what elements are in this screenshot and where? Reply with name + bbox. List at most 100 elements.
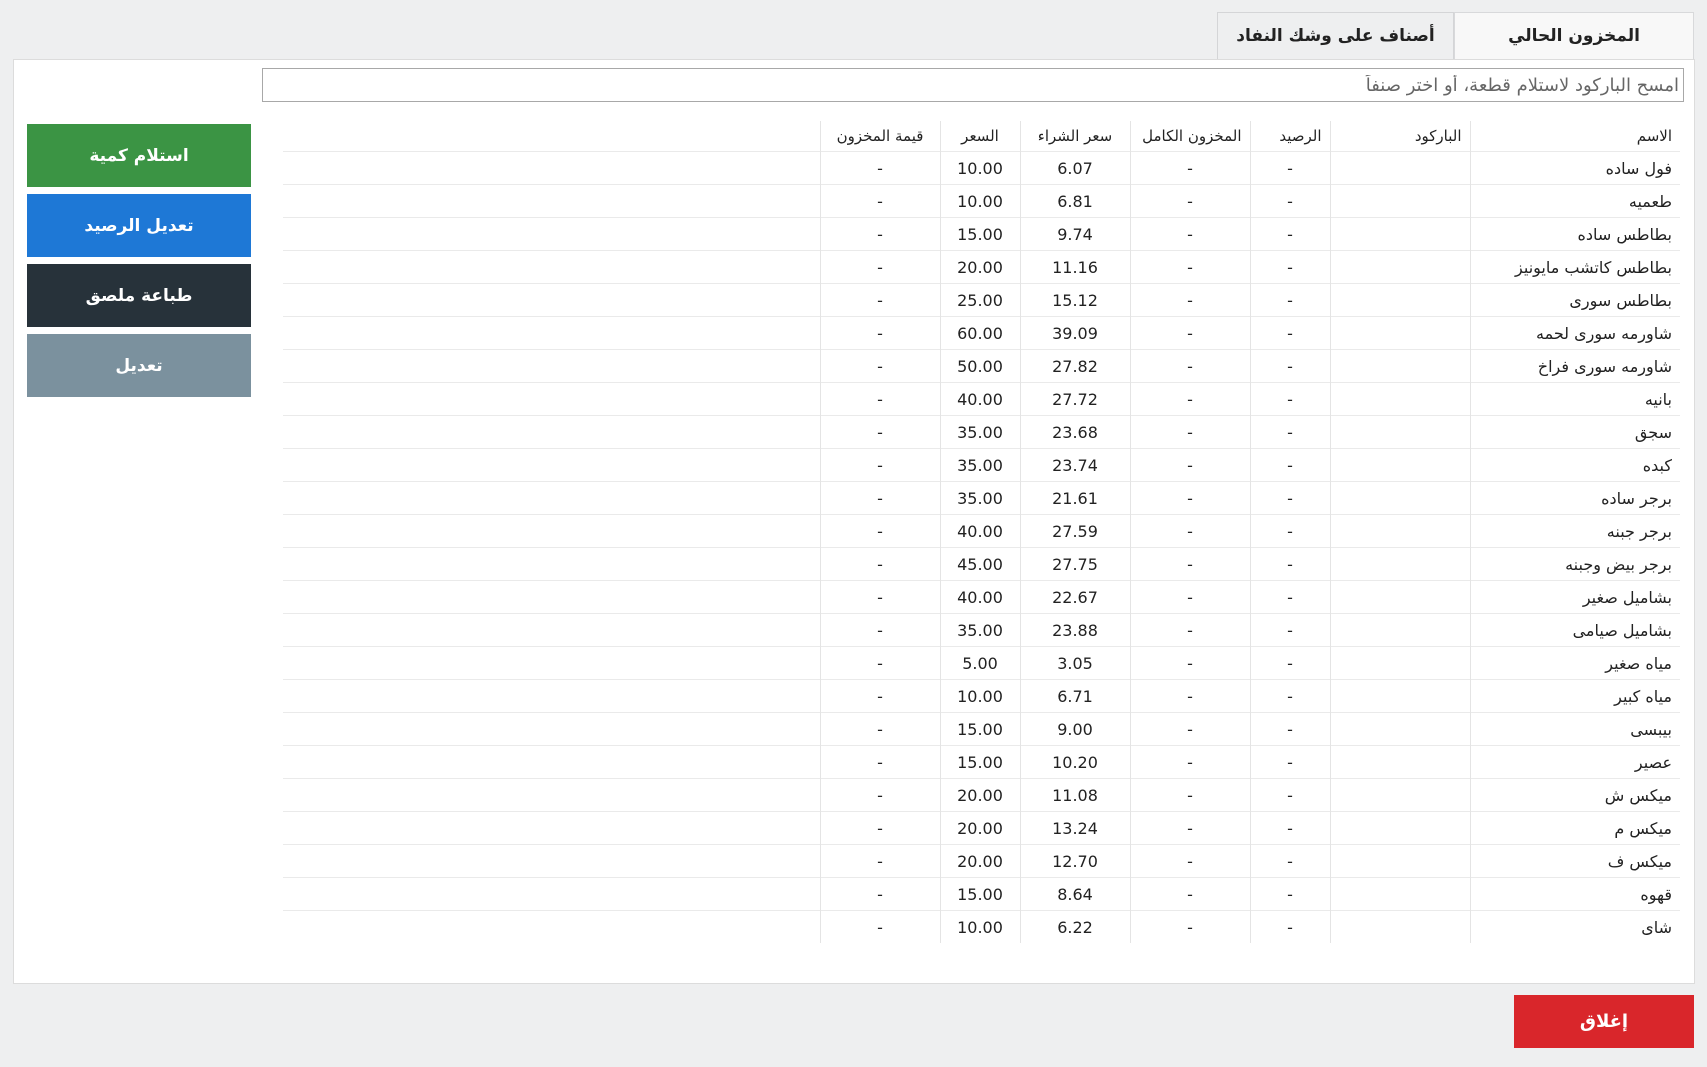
cell-barcode bbox=[1329, 316, 1470, 350]
tab-current-stock[interactable]: المخزون الحالي bbox=[1454, 12, 1694, 59]
cell-barcode bbox=[1329, 481, 1470, 515]
cell-full-stock: - bbox=[1129, 547, 1250, 581]
cell-purchase-price: 8.64 bbox=[1019, 877, 1130, 911]
table-row[interactable]: بانيه - -27.72 40.00- bbox=[283, 382, 1680, 416]
cell-full-stock: - bbox=[1129, 712, 1250, 746]
receive-quantity-button[interactable]: استلام كمية bbox=[27, 124, 251, 187]
col-header-full-stock[interactable]: المخزون الكامل bbox=[1129, 121, 1250, 152]
col-header-balance[interactable]: الرصيد bbox=[1249, 121, 1330, 152]
table-row[interactable]: بطاطس ساده - -9.74 15.00- bbox=[283, 217, 1680, 251]
table-row[interactable]: ميكس م - -13.24 20.00- bbox=[283, 811, 1680, 845]
table-row[interactable]: شاورمه سورى لحمه - -39.09 60.00- bbox=[283, 316, 1680, 350]
cell-stock-value: - bbox=[819, 547, 940, 581]
cell-price: 10.00 bbox=[939, 151, 1020, 185]
cell-price: 20.00 bbox=[939, 250, 1020, 284]
cell-price: 20.00 bbox=[939, 811, 1020, 845]
cell-spacer bbox=[283, 250, 820, 284]
cell-name: شاورمه سورى فراخ bbox=[1469, 349, 1680, 383]
cell-spacer bbox=[283, 349, 820, 383]
cell-spacer bbox=[283, 382, 820, 416]
table-row[interactable]: بشاميل صيامى - -23.88 35.00- bbox=[283, 613, 1680, 647]
cell-spacer bbox=[283, 514, 820, 548]
cell-name: قهوه bbox=[1469, 877, 1680, 911]
col-header-purchase-price[interactable]: سعر الشراء bbox=[1019, 121, 1130, 152]
table-row[interactable]: بيبسى - -9.00 15.00- bbox=[283, 712, 1680, 746]
cell-full-stock: - bbox=[1129, 481, 1250, 515]
table-row[interactable]: ميكس ش - -11.08 20.00- bbox=[283, 778, 1680, 812]
cell-purchase-price: 23.74 bbox=[1019, 448, 1130, 482]
cell-full-stock: - bbox=[1129, 778, 1250, 812]
cell-balance: - bbox=[1249, 646, 1330, 680]
table-row[interactable]: فول ساده - -6.07 10.00- bbox=[283, 151, 1680, 185]
table-row[interactable]: مياه صغير - -3.05 5.00- bbox=[283, 646, 1680, 680]
cell-spacer bbox=[283, 547, 820, 581]
tab-low-stock[interactable]: أصناف على وشك النفاد bbox=[1217, 12, 1454, 59]
cell-barcode bbox=[1329, 811, 1470, 845]
cell-full-stock: - bbox=[1129, 151, 1250, 185]
table-row[interactable]: كبده - -23.74 35.00- bbox=[283, 448, 1680, 482]
table-row[interactable]: طعميه - -6.81 10.00- bbox=[283, 184, 1680, 218]
cell-full-stock: - bbox=[1129, 217, 1250, 251]
cell-full-stock: - bbox=[1129, 514, 1250, 548]
table-row[interactable]: مياه كبير - -6.71 10.00- bbox=[283, 679, 1680, 713]
cell-spacer bbox=[283, 877, 820, 911]
cell-barcode bbox=[1329, 778, 1470, 812]
table-row[interactable]: بشاميل صغير - -22.67 40.00- bbox=[283, 580, 1680, 614]
cell-price: 20.00 bbox=[939, 778, 1020, 812]
adjust-balance-button[interactable]: تعديل الرصيد bbox=[27, 194, 251, 257]
col-header-stock-value[interactable]: قيمة المخزون bbox=[819, 121, 940, 152]
cell-balance: - bbox=[1249, 184, 1330, 218]
cell-price: 45.00 bbox=[939, 547, 1020, 581]
table-row[interactable]: بطاطس سورى - -15.12 25.00- bbox=[283, 283, 1680, 317]
cell-stock-value: - bbox=[819, 184, 940, 218]
cell-price: 40.00 bbox=[939, 514, 1020, 548]
print-label-button[interactable]: طباعة ملصق bbox=[27, 264, 251, 327]
cell-barcode bbox=[1329, 844, 1470, 878]
table-row[interactable]: قهوه - -8.64 15.00- bbox=[283, 877, 1680, 911]
cell-stock-value: - bbox=[819, 745, 940, 779]
cell-spacer bbox=[283, 316, 820, 350]
cell-stock-value: - bbox=[819, 283, 940, 317]
cell-spacer bbox=[283, 778, 820, 812]
table-row[interactable]: برجر ساده - -21.61 35.00- bbox=[283, 481, 1680, 515]
table-row[interactable]: ميكس ف - -12.70 20.00- bbox=[283, 844, 1680, 878]
cell-full-stock: - bbox=[1129, 382, 1250, 416]
cell-name: بشاميل صغير bbox=[1469, 580, 1680, 614]
cell-stock-value: - bbox=[819, 481, 940, 515]
col-header-barcode[interactable]: الباركود bbox=[1329, 121, 1470, 152]
cell-spacer bbox=[283, 844, 820, 878]
close-button[interactable]: إغلاق bbox=[1514, 995, 1694, 1048]
cell-purchase-price: 10.20 bbox=[1019, 745, 1130, 779]
col-header-price[interactable]: السعر bbox=[939, 121, 1020, 152]
cell-balance: - bbox=[1249, 349, 1330, 383]
col-header-name[interactable]: الاسم bbox=[1469, 121, 1680, 152]
cell-price: 40.00 bbox=[939, 580, 1020, 614]
cell-stock-value: - bbox=[819, 811, 940, 845]
edit-button[interactable]: تعديل bbox=[27, 334, 251, 397]
cell-price: 10.00 bbox=[939, 679, 1020, 713]
table-row[interactable]: شاورمه سورى فراخ - -27.82 50.00- bbox=[283, 349, 1680, 383]
table-row[interactable]: سجق - -23.68 35.00- bbox=[283, 415, 1680, 449]
cell-spacer bbox=[283, 646, 820, 680]
table-row[interactable]: برجر جبنه - -27.59 40.00- bbox=[283, 514, 1680, 548]
table-row[interactable]: بطاطس كاتشب مايونيز - -11.16 20.00- bbox=[283, 250, 1680, 284]
cell-balance: - bbox=[1249, 448, 1330, 482]
table-header-row: الاسم الباركود الرصيد المخزون الكامل سعر… bbox=[283, 121, 1680, 152]
table-row[interactable]: عصير - -10.20 15.00- bbox=[283, 745, 1680, 779]
cell-purchase-price: 6.81 bbox=[1019, 184, 1130, 218]
cell-spacer bbox=[283, 217, 820, 251]
table-row[interactable]: شاى - -6.22 10.00- bbox=[283, 910, 1680, 943]
cell-barcode bbox=[1329, 382, 1470, 416]
cell-balance: - bbox=[1249, 151, 1330, 185]
cell-barcode bbox=[1329, 514, 1470, 548]
cell-spacer bbox=[283, 910, 820, 943]
cell-balance: - bbox=[1249, 811, 1330, 845]
table-row[interactable]: برجر بيض وجبنه - -27.75 45.00- bbox=[283, 547, 1680, 581]
cell-balance: - bbox=[1249, 415, 1330, 449]
barcode-search-input[interactable] bbox=[262, 68, 1684, 102]
cell-purchase-price: 12.70 bbox=[1019, 844, 1130, 878]
cell-name: سجق bbox=[1469, 415, 1680, 449]
cell-price: 60.00 bbox=[939, 316, 1020, 350]
cell-name: ميكس ف bbox=[1469, 844, 1680, 878]
cell-full-stock: - bbox=[1129, 646, 1250, 680]
